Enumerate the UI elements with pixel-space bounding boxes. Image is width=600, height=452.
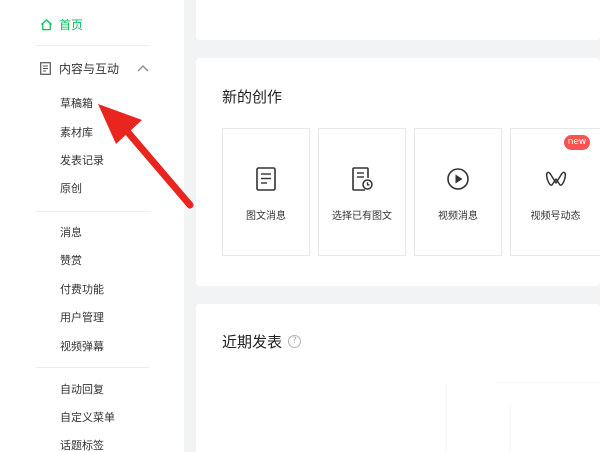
divider bbox=[36, 45, 150, 46]
help-icon[interactable]: ? bbox=[288, 335, 302, 348]
sidebar-item-user-management[interactable]: 用户管理 bbox=[60, 310, 104, 326]
sidebar-item-materials[interactable]: 素材库 bbox=[60, 125, 93, 141]
tile-label: 选择已有图文 bbox=[332, 211, 392, 222]
sidebar-item-auto-reply[interactable]: 自动回复 bbox=[60, 382, 104, 398]
sidebar-item-video-danmaku[interactable]: 视频弹幕 bbox=[60, 339, 104, 355]
tile-existing-article[interactable]: 选择已有图文 bbox=[318, 128, 406, 256]
play-icon bbox=[447, 168, 469, 190]
faint-divider bbox=[496, 382, 600, 383]
faint-divider bbox=[446, 384, 447, 452]
divider bbox=[36, 367, 150, 368]
sidebar-group-content[interactable]: 内容与互动 bbox=[40, 58, 149, 78]
existing-article-icon bbox=[352, 167, 373, 191]
tile-article[interactable]: 图文消息 bbox=[222, 128, 310, 256]
sidebar-item-label: 首页 bbox=[59, 17, 84, 32]
divider bbox=[36, 211, 150, 212]
sidebar-item-home[interactable]: 首页 bbox=[40, 14, 83, 34]
section-title: 近期发表 ? bbox=[222, 331, 302, 352]
sidebar-group-label: 内容与互动 bbox=[59, 61, 120, 76]
home-icon bbox=[40, 18, 53, 30]
section-title: 新的创作 bbox=[222, 88, 283, 106]
new-badge: new bbox=[564, 135, 590, 150]
sidebar-item-appreciation[interactable]: 赞赏 bbox=[60, 253, 82, 269]
chevron-up-icon[interactable] bbox=[137, 64, 149, 72]
tile-label: 视频号动态 bbox=[530, 211, 581, 222]
sidebar-item-publish-records[interactable]: 发表记录 bbox=[60, 153, 104, 169]
sidebar-item-original[interactable]: 原创 bbox=[60, 181, 82, 197]
article-icon bbox=[256, 167, 276, 191]
tile-video-message[interactable]: 视频消息 bbox=[414, 128, 502, 256]
sidebar-item-paid-features[interactable]: 付费功能 bbox=[60, 282, 104, 298]
top-card bbox=[196, 0, 600, 40]
document-icon bbox=[40, 61, 51, 75]
sidebar: 首页 内容与互动 草稿箱 素材库 发表记录 原创 消息 赞赏 付费功能 用户管理… bbox=[0, 0, 184, 452]
channels-icon bbox=[545, 171, 566, 186]
sidebar-item-topic-tags[interactable]: 话题标签 bbox=[60, 438, 104, 452]
tile-label: 视频消息 bbox=[438, 211, 478, 222]
recent-title-text: 近期发表 bbox=[222, 333, 283, 351]
sidebar-item-messages[interactable]: 消息 bbox=[60, 225, 82, 241]
faint-divider bbox=[510, 404, 511, 452]
sidebar-item-drafts[interactable]: 草稿箱 bbox=[60, 96, 93, 112]
recent-posts-card: 近期发表 ? bbox=[196, 304, 600, 452]
sidebar-item-custom-menu[interactable]: 自定义菜单 bbox=[60, 410, 115, 426]
new-creation-card: 新的创作 图文消息 选择已有图文 视频消息 视频号动态 bbox=[196, 58, 600, 286]
tile-label: 图文消息 bbox=[246, 211, 286, 222]
